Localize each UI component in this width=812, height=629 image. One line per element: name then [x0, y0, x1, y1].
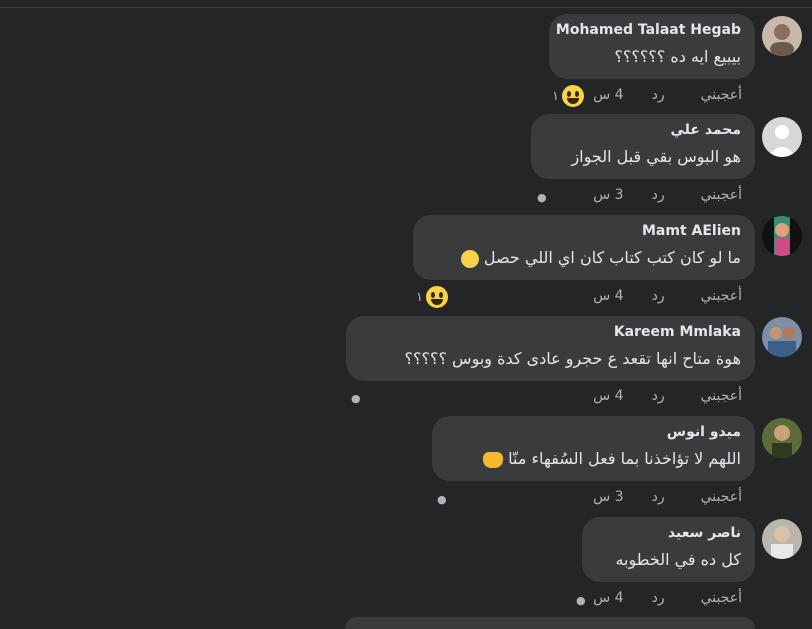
avatar-image	[762, 418, 802, 458]
comment-actions: أعجبني رد 4 س	[593, 388, 742, 404]
default-avatar-icon	[762, 117, 802, 157]
laughing-emoji-icon	[460, 249, 479, 268]
comment-author[interactable]: Kareem Mmlaka	[360, 323, 741, 341]
avatar-image	[762, 216, 802, 256]
avatar[interactable]	[762, 519, 802, 559]
reply-button[interactable]: رد	[652, 87, 665, 103]
comment-bubble: Mamt AElien ما لو كان كتب كتاب كان اي ال…	[413, 215, 755, 280]
separator-dot-icon: ●	[437, 493, 447, 506]
like-button[interactable]: أعجبني	[701, 590, 742, 606]
reply-button[interactable]: رد	[652, 590, 665, 606]
comment-bubble: Mohamed Talaat Hegab بيبيع ايه ده ؟؟؟؟؟؟	[549, 14, 755, 79]
comment-author[interactable]: ناصر سعيد	[596, 524, 741, 542]
comment-time[interactable]: 3 س	[593, 187, 623, 203]
comment-bubble: ناصر سعيد كل ده في الخطوبه	[582, 517, 755, 582]
avatar-image	[762, 519, 802, 559]
comment-bubble: محمد علي هو البوس بقي قبل الجواز	[531, 114, 755, 179]
haha-reaction-icon	[560, 84, 585, 108]
comment-text: اللهم لا تؤاخذنا بما فعل السُفهاء منّا	[508, 449, 741, 468]
comment-author[interactable]: محمد علي	[545, 121, 741, 139]
reaction-count: ١	[416, 289, 423, 305]
comment-bubble: Kareem Mmlaka هوة متاح انها تقعد ع حجرو …	[346, 316, 755, 381]
comment-text: بيبيع ايه ده ؟؟؟؟؟؟	[614, 47, 741, 66]
separator-dot-icon: ●	[537, 191, 547, 204]
comment-text: هوة متاح انها تقعد ع حجرو عادى كدة وبوس …	[404, 349, 742, 368]
reply-button[interactable]: رد	[652, 388, 665, 404]
comment-actions: أعجبني رد 4 س	[593, 87, 742, 103]
like-button[interactable]: أعجبني	[701, 388, 742, 404]
haha-reaction-icon	[424, 285, 449, 309]
comment-author[interactable]: Mohamed Talaat Hegab	[556, 21, 741, 39]
comment-text: ما لو كان كتب كتاب كان اي اللي حصل	[483, 248, 741, 267]
separator-dot-icon: ●	[576, 594, 586, 607]
open-hands-emoji-icon	[483, 451, 504, 468]
like-button[interactable]: أعجبني	[701, 187, 742, 203]
top-divider	[0, 7, 812, 8]
comment-actions: أعجبني رد 4 س	[593, 590, 742, 606]
avatar[interactable]	[762, 16, 802, 56]
like-button[interactable]: أعجبني	[701, 489, 742, 505]
avatar[interactable]	[762, 117, 802, 157]
comment-text: كل ده في الخطوبه	[615, 550, 741, 569]
comment-author[interactable]: ميدو انوس	[446, 423, 741, 441]
comment-bubble: ميدو انوس اللهم لا تؤاخذنا بما فعل السُف…	[432, 416, 755, 481]
like-button[interactable]: أعجبني	[701, 288, 742, 304]
reaction-summary[interactable]: ١	[416, 285, 449, 309]
reaction-count: ١	[552, 88, 559, 104]
like-button[interactable]: أعجبني	[701, 87, 742, 103]
reaction-summary[interactable]: ١	[552, 84, 585, 108]
comment-time[interactable]: 3 س	[593, 489, 623, 505]
next-comment-bubble	[345, 617, 755, 629]
avatar[interactable]	[762, 317, 802, 357]
avatar-image	[762, 16, 802, 56]
reply-button[interactable]: رد	[652, 288, 665, 304]
comment-actions: أعجبني رد 4 س	[593, 288, 742, 304]
reply-button[interactable]: رد	[652, 489, 665, 505]
comment-time[interactable]: 4 س	[593, 590, 623, 606]
avatar[interactable]	[762, 418, 802, 458]
comment-actions: أعجبني رد 3 س	[593, 187, 742, 203]
comment-time[interactable]: 4 س	[593, 388, 623, 404]
comment-time[interactable]: 4 س	[593, 288, 623, 304]
comment-time[interactable]: 4 س	[593, 87, 623, 103]
comment-text-line: ما لو كان كتب كتاب كان اي اللي حصل	[427, 246, 741, 270]
comment-text: هو البوس بقي قبل الجواز	[571, 147, 741, 166]
separator-dot-icon: ●	[351, 392, 361, 405]
avatar[interactable]	[762, 216, 802, 256]
comment-text-line: اللهم لا تؤاخذنا بما فعل السُفهاء منّا	[446, 447, 741, 471]
avatar-image	[762, 317, 802, 357]
comment-actions: أعجبني رد 3 س	[593, 489, 742, 505]
reply-button[interactable]: رد	[652, 187, 665, 203]
comment-author[interactable]: Mamt AElien	[427, 222, 741, 240]
